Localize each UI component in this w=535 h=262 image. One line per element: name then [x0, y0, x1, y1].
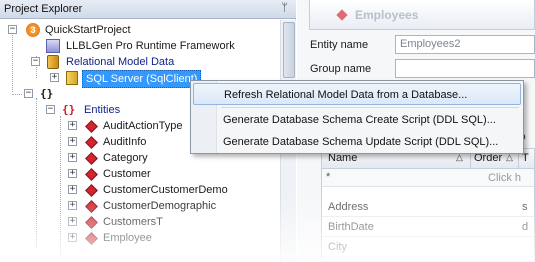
tree-item-entity[interactable]: + Employee	[0, 230, 280, 246]
entity-tab-icon	[336, 9, 348, 21]
entity-name-field[interactable]: Employees2	[395, 35, 535, 54]
entity-icon	[85, 200, 98, 213]
tree-item-label: AuditInfo	[103, 136, 147, 148]
expand-toggle[interactable]: +	[68, 137, 77, 146]
project-icon: 3	[26, 23, 40, 37]
tree-item-label: AuditActionType	[103, 120, 183, 132]
expand-toggle[interactable]: +	[68, 153, 77, 162]
new-row-marker: *	[326, 171, 331, 183]
entity-icon	[85, 184, 98, 197]
tree-item-label: CustomersT	[103, 216, 163, 228]
database-icon	[47, 55, 59, 69]
expand-toggle[interactable]: +	[68, 233, 77, 242]
tree-item-label: Relational Model Data	[66, 56, 175, 68]
tab-title: Employees	[355, 8, 419, 22]
expand-toggle[interactable]: +	[68, 201, 77, 210]
tree-item-relational-model-data[interactable]: − Relational Model Data	[0, 54, 280, 70]
tree-item-entity[interactable]: + CustomerDemographic	[0, 198, 280, 214]
entity-icon	[85, 152, 98, 165]
expand-toggle[interactable]: +	[68, 185, 77, 194]
cell-type: d	[522, 221, 529, 233]
editor-tab[interactable]: Employees	[309, 0, 535, 30]
tree-item-label: Category	[103, 152, 148, 164]
scrollbar-thumb[interactable]	[283, 22, 295, 78]
collapse-toggle[interactable]: −	[46, 105, 55, 114]
namespace-icon: {}	[40, 87, 54, 100]
fields-grid: Name △ Order △ T * Click h Address s Bir…	[321, 148, 535, 262]
tree-item-entity[interactable]: + CustomerCustomerDemo	[0, 182, 280, 198]
cell-type: s	[522, 201, 528, 213]
menu-separator	[221, 107, 519, 108]
entity-icon	[85, 120, 98, 133]
framework-icon	[46, 39, 60, 53]
tree-item-label: CustomerCustomerDemo	[103, 184, 228, 196]
group-name-field[interactable]	[395, 59, 535, 78]
tree-item-entity[interactable]: + Customer	[0, 166, 280, 182]
entities-icon: {}	[62, 103, 76, 116]
pin-icon[interactable]: ᛘ	[281, 2, 288, 14]
collapse-toggle[interactable]: −	[24, 89, 33, 98]
tree-item-label: Entities	[84, 104, 121, 116]
cell-name: BirthDate	[328, 221, 374, 233]
tree-item-label: Customer	[103, 168, 151, 180]
group-name-label: Group name	[310, 63, 372, 75]
menu-item-generate-update-script[interactable]: Generate Database Schema Update Script (…	[193, 131, 521, 153]
context-menu: Refresh Relational Model Data from a Dat…	[190, 80, 524, 154]
cell-name: City	[328, 241, 347, 253]
explorer-title: Project Explorer	[4, 3, 83, 15]
new-row-hint: Click h	[488, 172, 522, 184]
database-catalog-icon	[66, 71, 78, 85]
tree-item-runtime-framework[interactable]: LLBLGen Pro Runtime Framework	[0, 38, 280, 54]
tree-item-label: QuickStartProject	[45, 24, 131, 36]
new-row[interactable]: * Click h	[322, 169, 534, 187]
tree-item-entity[interactable]: + CustomersT	[0, 214, 280, 230]
tree-item-label: LLBLGen Pro Runtime Framework	[66, 40, 235, 52]
collapse-toggle[interactable]: −	[31, 57, 40, 66]
table-row[interactable]: BirthDate d	[322, 217, 534, 237]
entity-icon	[85, 168, 98, 181]
entity-icon	[85, 136, 98, 149]
expand-toggle[interactable]: +	[68, 217, 77, 226]
entity-name-label: Entity name	[310, 39, 369, 51]
tree-item-label: Employee	[103, 232, 152, 244]
collapse-toggle[interactable]: −	[8, 25, 17, 34]
cell-name: Address	[328, 201, 369, 213]
expand-toggle[interactable]: +	[50, 73, 59, 82]
menu-item-refresh-relational-model[interactable]: Refresh Relational Model Data from a Dat…	[193, 83, 521, 105]
table-row[interactable]: City	[322, 237, 534, 257]
entity-icon	[85, 216, 98, 229]
explorer-title-bar: Project Explorer ᛘ	[0, 0, 296, 19]
entity-icon	[85, 232, 98, 245]
expand-toggle[interactable]: +	[68, 121, 77, 130]
expand-toggle[interactable]: +	[68, 169, 77, 178]
tree-item-label: CustomerDemographic	[103, 200, 217, 212]
tree-item-project[interactable]: − 3 QuickStartProject	[0, 22, 280, 38]
menu-item-generate-create-script[interactable]: Generate Database Schema Create Script (…	[193, 109, 521, 131]
table-row[interactable]: Address s	[322, 197, 534, 217]
